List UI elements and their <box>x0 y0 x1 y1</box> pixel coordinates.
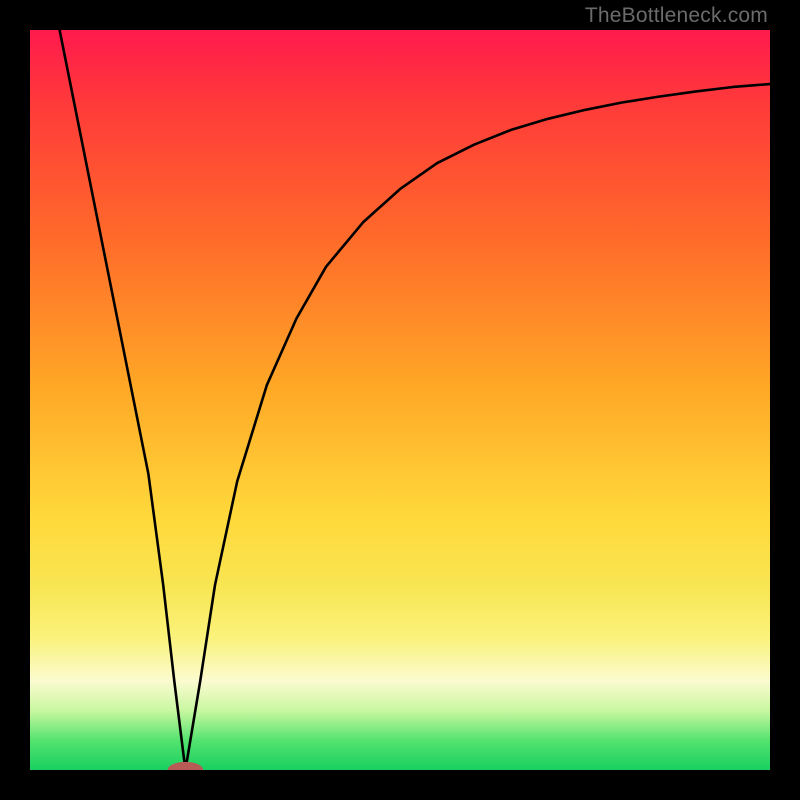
watermark-text: TheBottleneck.com <box>585 4 768 28</box>
chart-frame: TheBottleneck.com <box>0 0 800 800</box>
bottleneck-curve <box>60 30 770 770</box>
curve-svg <box>30 30 770 770</box>
plot-area <box>30 30 770 770</box>
minimum-marker <box>168 762 204 770</box>
